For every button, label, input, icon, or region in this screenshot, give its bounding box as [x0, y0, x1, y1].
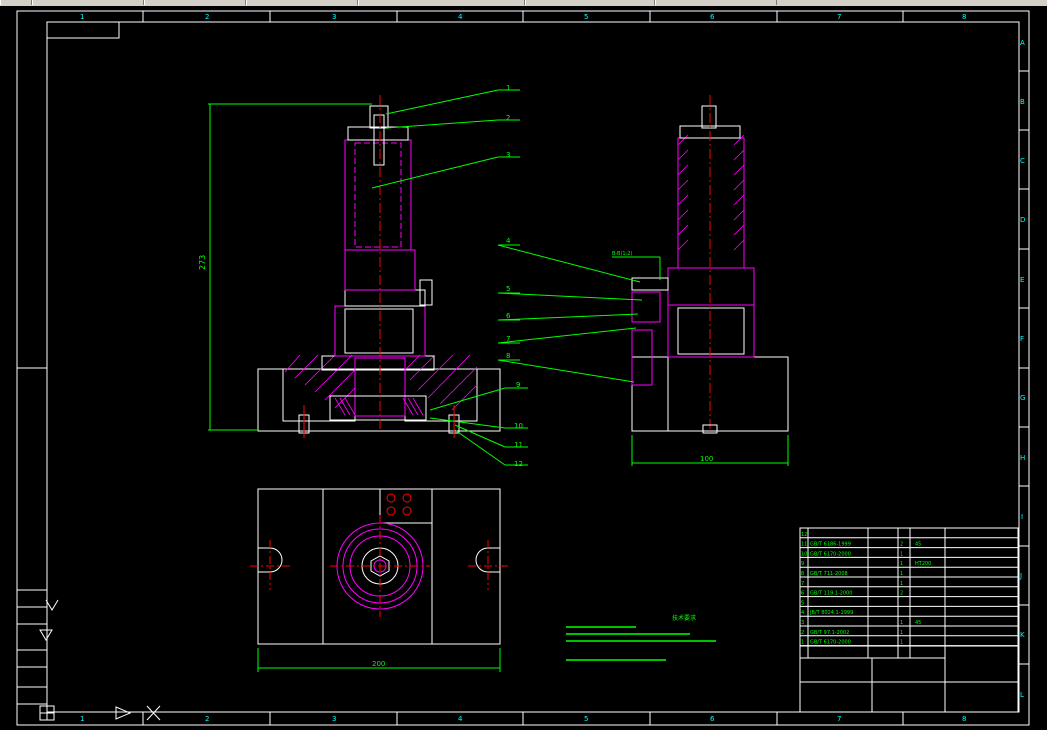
col-label-bottom: 4 [458, 715, 463, 723]
col-label-bottom: 5 [584, 715, 588, 723]
col-label-top: 7 [837, 13, 841, 21]
col-label-top: 8 [962, 13, 966, 21]
col-label-bottom: 2 [205, 715, 209, 723]
row-label: H [1020, 454, 1025, 462]
col-label-top: 1 [80, 13, 84, 21]
row-label: J [1019, 572, 1022, 580]
col-label-top: 5 [584, 13, 588, 21]
row-label: C [1020, 157, 1025, 165]
row-label: E [1020, 276, 1024, 284]
row-label: K [1020, 631, 1025, 639]
col-label-top: 4 [458, 13, 463, 21]
grid-labels: 1 2 3 4 5 6 7 8 1 2 3 4 5 6 7 8 A B C D … [80, 13, 1025, 723]
col-label-bottom: 3 [332, 715, 336, 723]
col-label-bottom: 8 [962, 715, 966, 723]
row-label: D [1020, 216, 1025, 224]
row-label: I [1021, 513, 1023, 521]
row-label: B [1020, 98, 1025, 106]
col-label-top: 2 [205, 13, 209, 21]
col-label-top: 3 [332, 13, 336, 21]
row-label: F [1020, 335, 1024, 343]
row-label: A [1020, 39, 1025, 47]
drawing-canvas[interactable]: 273 100 B-B(1:2) 200 1 2 3 4 5 6 7 8 9 1… [0, 0, 1047, 730]
row-label: L [1020, 691, 1024, 699]
row-label: G [1020, 394, 1025, 402]
col-label-bottom: 6 [710, 715, 715, 723]
col-label-bottom: 1 [80, 715, 84, 723]
col-label-bottom: 7 [837, 715, 841, 723]
col-label-top: 6 [710, 13, 715, 21]
